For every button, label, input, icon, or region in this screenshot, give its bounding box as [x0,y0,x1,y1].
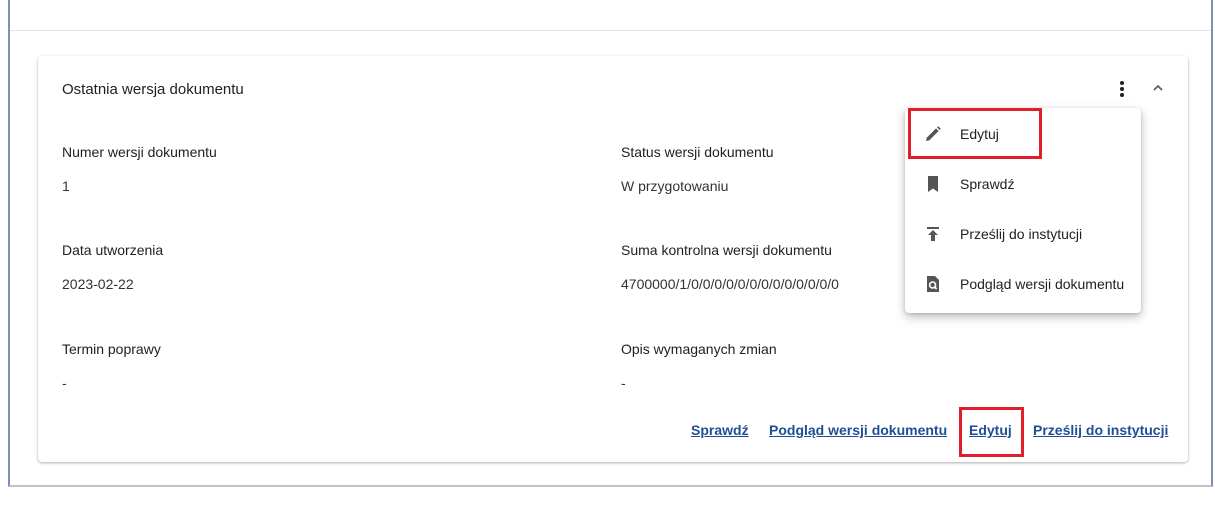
field-value-required-changes: - [621,375,626,391]
field-label-correction-deadline: Termin poprawy [62,341,161,357]
field-label-version-status: Status wersji dokumentu [621,144,774,160]
edit-link[interactable]: Edytuj [969,422,1012,438]
document-search-icon [923,274,943,294]
menu-item-label: Podgląd wersji dokumentu [960,276,1125,292]
field-value-version-status: W przygotowaniu [621,178,729,194]
more-vert-icon[interactable] [1114,78,1130,100]
menu-item-send[interactable]: Prześlij do instytucji [905,210,1141,258]
menu-item-edit[interactable]: Edytuj [905,110,1141,158]
menu-item-label: Edytuj [960,126,999,142]
top-divider [10,30,1211,31]
preview-version-link[interactable]: Podgląd wersji dokumentu [769,422,947,438]
field-value-correction-deadline: - [62,375,67,391]
field-label-created-date: Data utworzenia [62,242,164,258]
menu-item-label: Sprawdź [960,176,1015,192]
more-actions-menu: Edytuj Sprawdź Prześlij do instytucji Po… [905,108,1141,313]
check-link[interactable]: Sprawdź [691,422,749,438]
field-label-required-changes: Opis wymaganych zmian [621,341,777,357]
bookmark-icon [923,174,943,194]
menu-item-check[interactable]: Sprawdź [905,160,1141,208]
field-value-version-number: 1 [62,178,70,194]
chevron-up-icon[interactable] [1150,80,1166,96]
upload-icon [923,224,943,244]
field-label-version-number: Numer wersji dokumentu [62,144,217,160]
field-value-checksum: 4700000/1/0/0/0/0/0/0/0/0/0/0/0/0/0 [621,276,839,292]
pencil-icon [923,124,943,144]
field-value-created-date: 2023-02-22 [62,276,134,292]
field-label-checksum: Suma kontrolna wersji dokumentu [621,242,832,258]
menu-item-preview[interactable]: Podgląd wersji dokumentu [905,260,1141,308]
menu-item-label: Prześlij do instytucji [960,226,1083,242]
card-title: Ostatnia wersja dokumentu [62,81,244,98]
send-to-institution-link[interactable]: Prześlij do instytucji [1033,422,1168,438]
